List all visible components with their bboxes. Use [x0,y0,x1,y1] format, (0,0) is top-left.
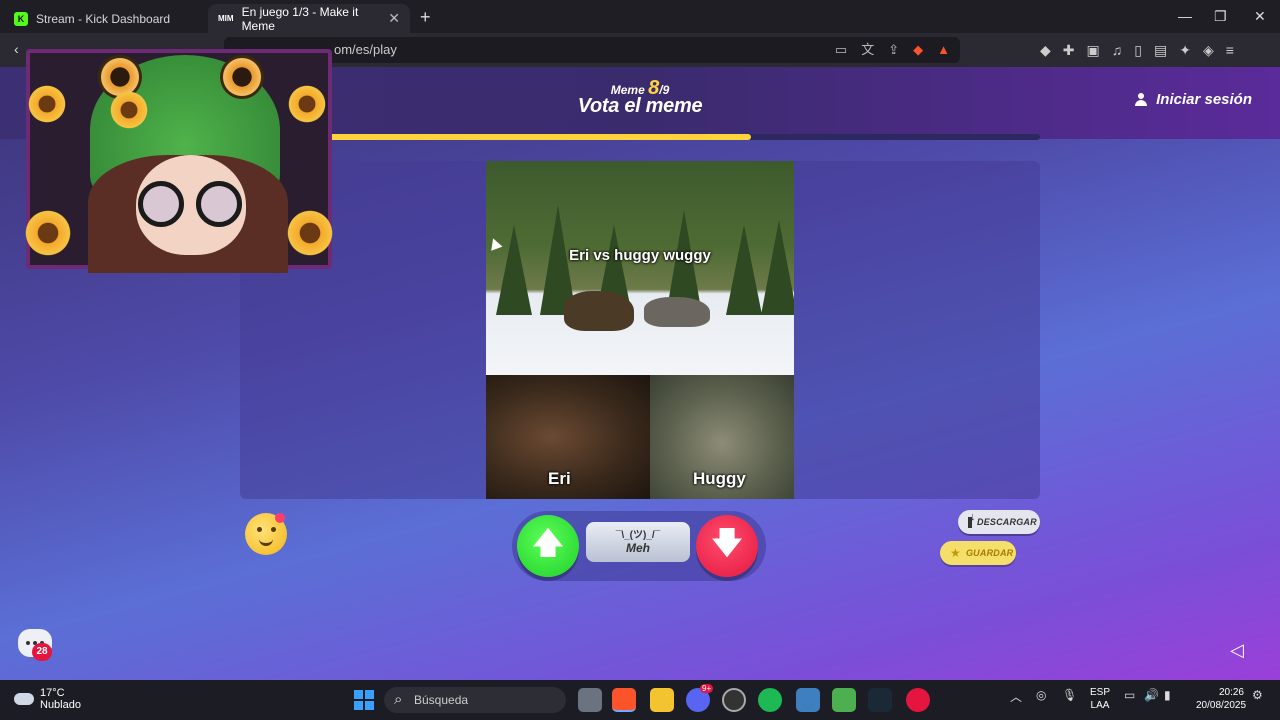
minimize-button[interactable]: — [1178,8,1192,24]
tray-overflow-icon[interactable]: ︿ [1010,688,1022,705]
sound-icon[interactable]: ◁ [1230,640,1244,661]
meh-button[interactable]: ¯\_(ツ)_/¯ Meh [586,522,690,562]
taskbar-search[interactable]: Búsqueda [384,687,566,713]
star-icon: ★ [950,546,961,560]
save-button[interactable]: ★ GUARDAR [940,541,1016,565]
sunflower-icon [24,81,70,127]
windows-start-icon[interactable] [354,690,374,710]
volume-icon[interactable]: 🔊 [1144,688,1159,702]
upvote-button[interactable]: 🡅 [517,515,579,577]
extension-icon[interactable]: ◆ [1040,42,1051,59]
brave-icon[interactable] [612,688,636,712]
task-view-icon[interactable] [578,688,602,712]
obs-icon[interactable] [722,688,746,712]
shrug-face: ¯\_(ツ)_/¯ [615,530,661,541]
download-button[interactable]: DESCARGAR [958,510,1040,534]
meme-bottom-right-panel: Huggy [650,375,794,499]
clock[interactable]: 20:26 20/08/2025 [1196,686,1247,712]
frog-eye-right [220,55,264,99]
login-button[interactable]: Iniciar sesión [1134,91,1252,108]
discord-badge: 9+ [700,684,714,693]
browser-tabbar: K Stream - Kick Dashboard MIM En juego 1… [0,0,1280,33]
brave-shields-icon[interactable]: ◆ [913,37,923,63]
date: 20/08/2025 [1196,700,1247,711]
vpn-icon[interactable]: ◈ [1203,42,1214,59]
new-tab-button[interactable]: + [420,7,431,28]
lang-bottom: LAA [1090,700,1110,711]
close-window-button[interactable]: ✕ [1254,8,1266,25]
app-red-icon[interactable] [906,688,930,712]
taskbar: 17°C Nublado Búsqueda 9+ ︿ ◎ 🎙 ESP LAA ▭… [0,680,1280,720]
close-tab-icon[interactable]: ✕ [388,10,400,27]
wallet-icon[interactable]: ▤ [1154,42,1167,59]
make-it-meme-icon: MIM [218,14,234,23]
tab-make-it-meme[interactable]: MIM En juego 1/3 - Make it Meme ✕ [208,4,410,33]
weather-widget[interactable]: 17°C Nublado [14,687,81,711]
meme-label-eri: Eri [548,469,571,488]
sunflower-icon [282,205,338,261]
minecraft-icon[interactable] [832,688,856,712]
download-label: DESCARGAR [977,517,1037,527]
streamer-avatar-overlay [18,45,340,273]
meme-top-panel: Eri vs huggy wuggy [486,161,794,375]
login-label: Iniciar sesión [1156,91,1252,108]
user-icon [1134,92,1148,107]
tab-title: En juego 1/3 - Make it Meme [241,4,359,33]
glasses-right [196,181,242,227]
chat-badge: 28 [32,643,52,661]
microphone-icon[interactable]: 🎙 [1062,688,1077,702]
round-progress [258,134,1040,140]
battery-icon[interactable]: ▮ [1164,688,1171,702]
menu-icon[interactable]: ≡ [1226,42,1234,59]
sidebar-icon[interactable]: ▯ [1134,42,1142,59]
cloud-icon [14,693,34,705]
share-icon[interactable]: ⇪ [888,37,899,63]
sunflower-icon [284,81,330,127]
time: 20:26 [1218,687,1244,698]
music-icon[interactable]: ♫ [1112,42,1123,59]
download-icon [968,511,976,528]
meme-bottom-left-panel: Eri [486,375,650,499]
app-icon[interactable] [796,688,820,712]
kick-icon: K [14,11,28,26]
leo-ai-icon[interactable]: ✦ [1179,42,1191,59]
bear-figure [564,291,634,331]
save-label: GUARDAR [965,548,1014,558]
spotify-icon[interactable] [758,688,782,712]
restore-button[interactable]: ❐ [1214,8,1227,25]
sunflower-icon [20,205,76,261]
glasses-left [138,181,184,227]
url-text: om/es/play [334,42,397,57]
lang-top: ESP [1090,687,1111,698]
meh-label: Meh [626,541,650,555]
notification-icon[interactable]: ⚙ [1252,688,1263,702]
steam-icon[interactable] [868,688,892,712]
file-explorer-icon[interactable] [650,688,674,712]
heart-icon [275,513,285,523]
language-indicator[interactable]: ESP LAA [1090,686,1110,712]
arrow-up-icon: 🡅 [532,526,564,560]
screenshot-icon[interactable]: ▣ [1087,42,1100,59]
downvote-button[interactable]: 🡇 [696,515,758,577]
translate-icon[interactable]: 文 [861,37,874,63]
arrow-down-icon: 🡇 [711,526,743,560]
display-icon[interactable]: ▭ [1124,688,1135,702]
emoji-reaction-button[interactable] [245,513,287,555]
weather-label: Nublado [40,699,81,711]
meme-caption: Eri vs huggy wuggy [569,247,711,264]
cast-icon[interactable]: ▭ [835,37,847,63]
tray-app-icon[interactable]: ◎ [1036,688,1046,702]
puzzle-icon[interactable]: ✚ [1063,42,1075,59]
tab-kick-dashboard[interactable]: K Stream - Kick Dashboard [4,4,204,33]
sunflower-icon [106,87,152,133]
meme-label-huggy: Huggy [693,469,746,488]
wolf-figure [644,297,710,327]
meme-image: Eri vs huggy wuggy Eri Huggy [486,161,794,499]
brave-rewards-icon[interactable]: ▲ [937,37,950,63]
temperature: 17°C [40,687,65,699]
tab-title: Stream - Kick Dashboard [36,11,171,26]
